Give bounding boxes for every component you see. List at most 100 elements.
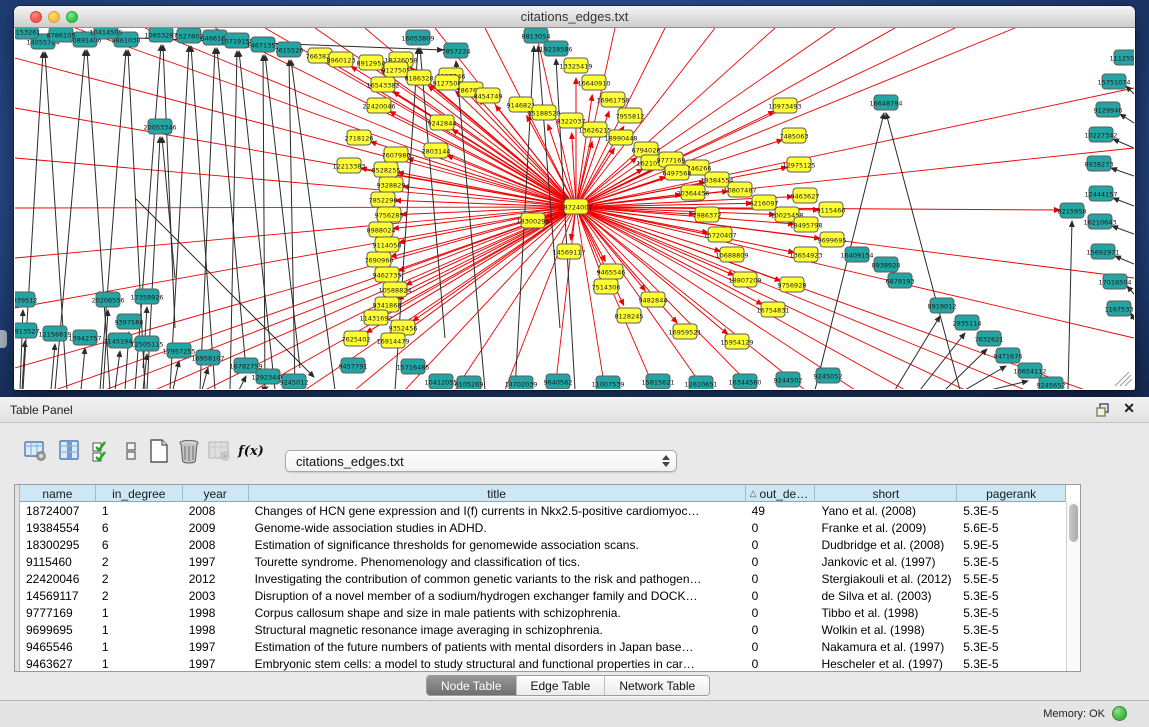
row-height-icon[interactable] (118, 437, 144, 465)
graph-node[interactable]: 9756285 (375, 207, 404, 222)
graph-node[interactable]: 11125513 (1109, 50, 1134, 65)
graph-node[interactable]: 8215958 (1058, 203, 1087, 218)
graph-node[interactable]: 7690960 (365, 252, 394, 267)
collapsed-panel-handle[interactable] (0, 330, 7, 348)
graph-node[interactable]: 8938928 (872, 257, 901, 272)
column-header-title[interactable]: title (249, 485, 746, 502)
graph-node[interactable]: 8960123 (327, 52, 356, 67)
graph-node[interactable]: 16754831 (756, 302, 789, 317)
graph-node[interactable]: 9397588 (115, 314, 144, 329)
table-row[interactable]: 946554611997Estimation of the future num… (20, 638, 1066, 655)
table-panel-header[interactable]: Table Panel ✕ (0, 397, 1149, 423)
graph-node[interactable]: 12444157 (1084, 186, 1117, 201)
graph-node[interactable]: 19218586 (539, 41, 572, 56)
graph-node[interactable]: 11431692 (359, 310, 392, 325)
graph-node[interactable]: 8186328 (405, 70, 434, 85)
graph-node[interactable]: 2803144 (422, 143, 451, 158)
graph-node[interactable]: 9245052 (814, 368, 843, 383)
graph-node[interactable]: 12975125 (782, 157, 815, 172)
memory-status-indicator[interactable] (1112, 706, 1127, 721)
graph-node[interactable]: 18990448 (604, 130, 637, 145)
float-panel-icon[interactable] (1095, 402, 1111, 418)
column-header-year[interactable]: year (183, 485, 249, 502)
graph-node[interactable]: 18724007 (559, 199, 592, 214)
table-row[interactable]: 911546021997Tourette syndrome. Phenomeno… (20, 553, 1066, 570)
graph-node[interactable]: 22420046 (362, 98, 395, 113)
table-row[interactable]: 946362711997Embryonic stem cells: a mode… (20, 655, 1066, 671)
table-row[interactable]: 1938455462009Genome-wide association stu… (20, 519, 1066, 536)
graph-node[interactable]: 9463627 (791, 188, 820, 203)
graph-node[interactable]: 9242844 (428, 115, 457, 130)
network-canvas[interactable]: 1830029576638228960123891295418226058912… (15, 28, 1134, 389)
graph-node[interactable]: 9244502 (774, 372, 803, 387)
graph-node[interactable]: 9465546 (597, 264, 626, 279)
table-row[interactable]: 2242004622012Investigating the contribut… (20, 570, 1066, 587)
graph-node[interactable]: 7955812 (616, 108, 645, 123)
graph-node[interactable]: 2935114 (953, 315, 982, 330)
graph-node[interactable]: 16640910 (577, 75, 610, 90)
column-header-indegree[interactable]: in_degree (96, 485, 183, 502)
tab-edge-table[interactable]: Edge Table (516, 676, 605, 695)
graph-node[interactable]: 9699695 (818, 232, 847, 247)
graph-node[interactable]: 9153261 (15, 28, 40, 39)
graph-node[interactable]: 13654923 (789, 247, 822, 262)
graph-node[interactable]: 6879193 (886, 273, 915, 288)
tab-node-table[interactable]: Node Table (427, 676, 516, 695)
graph-node[interactable]: 16210643 (1083, 214, 1116, 229)
table-scrollbar[interactable] (1066, 502, 1080, 671)
graph-node[interactable]: 15720407 (703, 227, 736, 242)
graph-node[interactable]: 3913527 (15, 323, 39, 338)
graph-node[interactable]: 10588824 (378, 282, 411, 297)
graph-node[interactable]: 15954129 (720, 334, 753, 349)
new-table-icon[interactable] (146, 437, 172, 465)
graph-node[interactable]: 7986372 (693, 207, 722, 222)
column-header-short[interactable]: short (815, 485, 957, 502)
graph-node[interactable]: 7852290 (369, 192, 398, 207)
graph-node[interactable]: 8919012 (928, 298, 957, 313)
graph-node[interactable]: 8105269 (455, 376, 484, 389)
graph-node[interactable]: 14569117 (552, 244, 585, 259)
graph-node[interactable]: 18300295 (516, 213, 549, 228)
table-row[interactable]: 1830029562008Estimation of significance … (20, 536, 1066, 553)
graph-node[interactable]: 9245652 (1037, 377, 1066, 389)
column-settings-icon[interactable] (56, 437, 82, 465)
graph-node[interactable]: 17359926 (130, 289, 163, 304)
table-selector-dropdown[interactable]: citations_edges.txt (285, 450, 677, 472)
graph-node[interactable]: 16961758 (596, 92, 629, 107)
column-header-name[interactable]: name (20, 485, 96, 502)
table-row[interactable]: 969969511998Structural magnetic resonanc… (20, 621, 1066, 638)
graph-node[interactable]: 12156819 (38, 326, 71, 341)
graph-node[interactable]: 8128245 (615, 308, 644, 323)
graph-node[interactable]: 7615526 (275, 42, 304, 57)
column-header-pagerank[interactable]: pagerank (957, 485, 1066, 502)
graph-node[interactable]: 8939512 (15, 292, 37, 307)
close-panel-icon[interactable]: ✕ (1123, 400, 1135, 417)
graph-node[interactable]: 16344560 (728, 374, 761, 389)
graph-node[interactable]: 10654112 (1013, 363, 1046, 378)
graph-node[interactable]: 18495798 (789, 217, 822, 232)
graph-node[interactable]: 16958107 (191, 350, 224, 365)
graph-node[interactable]: 7625402 (342, 331, 371, 346)
graph-node[interactable]: 9457791 (339, 358, 368, 373)
graph-node[interactable]: 9462735 (373, 267, 402, 282)
delete-table-icon[interactable] (176, 437, 202, 465)
graph-node[interactable]: 9756928 (778, 277, 807, 292)
graph-node[interactable]: 13325419 (559, 58, 592, 73)
graph-node[interactable]: 16053809 (401, 30, 434, 45)
graph-node[interactable]: 7607980 (382, 147, 411, 162)
graph-node[interactable]: 16914479 (376, 333, 409, 348)
table-scrollbar-thumb[interactable] (1069, 504, 1078, 542)
graph-node[interactable]: 12505115 (130, 336, 163, 351)
network-window-titlebar[interactable]: citations_edges.txt (14, 6, 1135, 28)
graph-node[interactable]: 12610651 (684, 376, 717, 389)
table-row[interactable]: 1872400712008Changes of HCN gene express… (20, 502, 1066, 519)
graph-node[interactable]: 16543382 (366, 77, 399, 92)
graph-node[interactable]: 9640562 (544, 374, 573, 389)
graph-node[interactable]: 7514306 (592, 279, 621, 294)
graph-node[interactable]: 10807487 (723, 182, 756, 197)
table-settings-icon[interactable] (22, 437, 48, 465)
network-window[interactable]: citations_edges.txt 18300295766382289601… (14, 6, 1135, 390)
graph-node[interactable]: 9245012 (280, 374, 309, 389)
graph-node[interactable]: 15751074 (1097, 74, 1130, 89)
graph-node[interactable]: 15815621 (641, 374, 674, 389)
